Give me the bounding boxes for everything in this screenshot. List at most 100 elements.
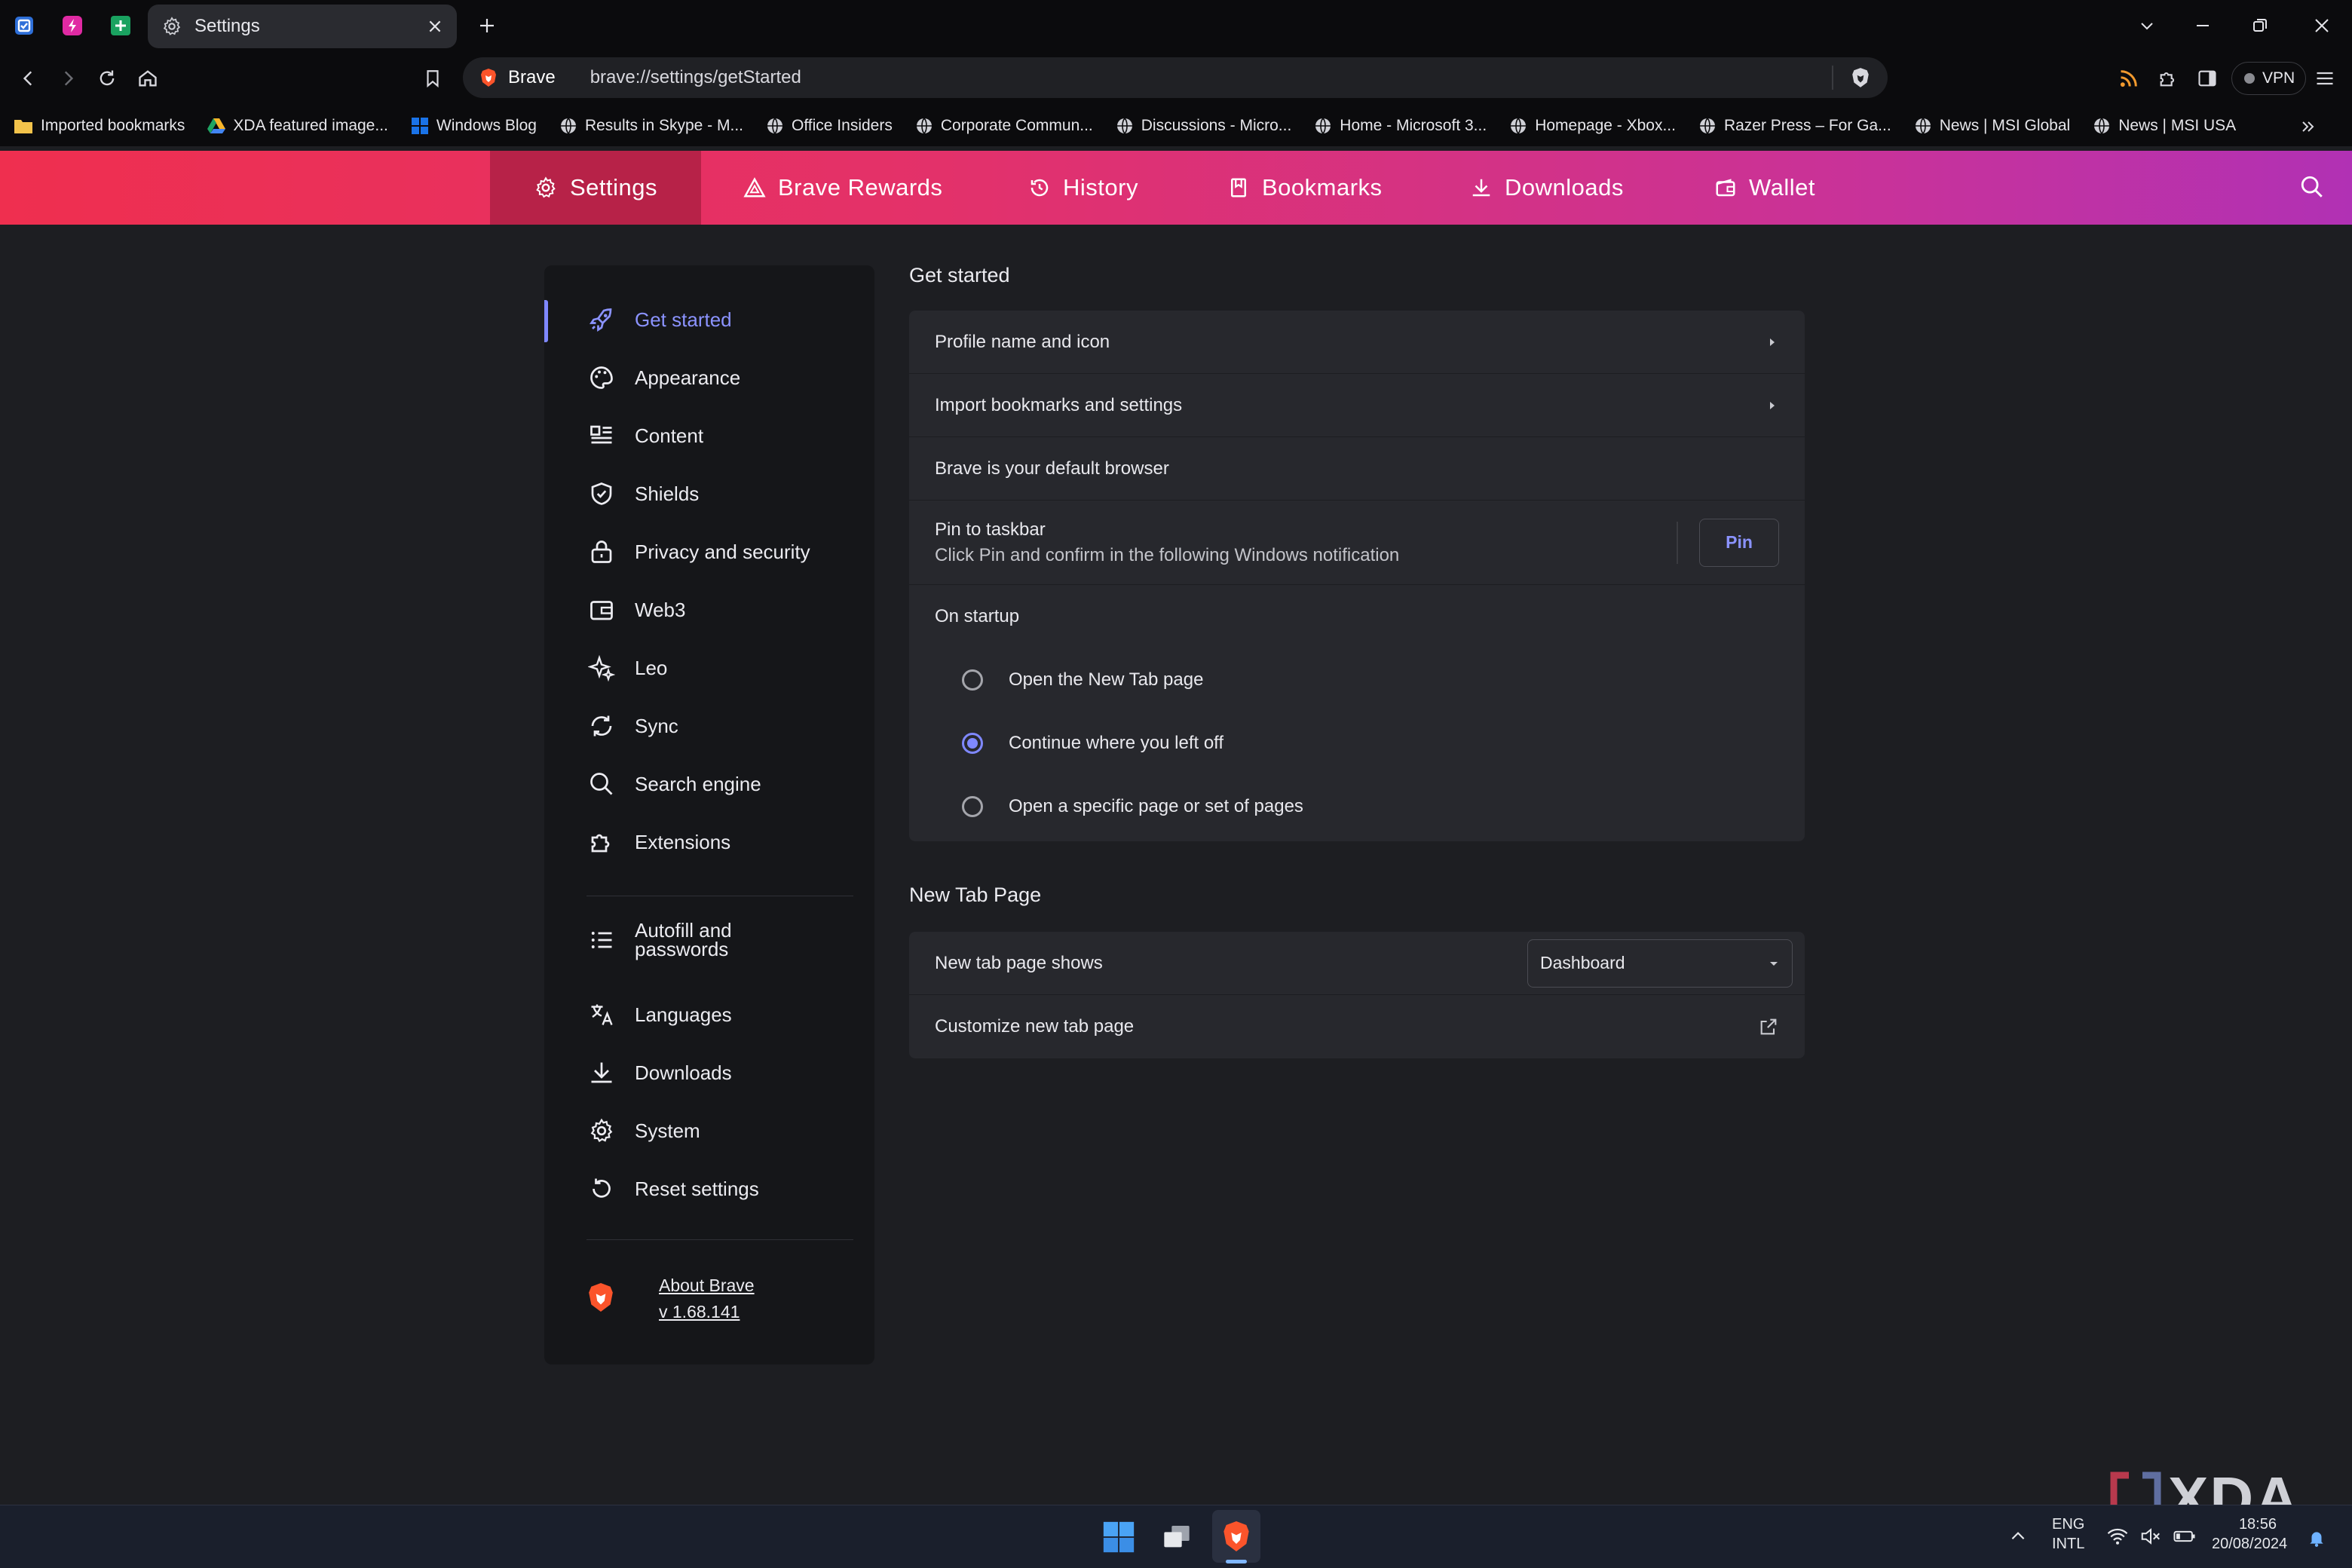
- tab-search-button[interactable]: [2133, 12, 2161, 39]
- bookmark-item[interactable]: Razer Press – For Ga...: [1698, 117, 1891, 135]
- bookmark-item[interactable]: Results in Skype - M...: [559, 117, 743, 135]
- pin-subtitle: Click Pin and confirm in the following W…: [935, 544, 1400, 565]
- radio-button-selected[interactable]: [962, 733, 983, 754]
- bookmark-item[interactable]: Home - Microsoft 3...: [1314, 117, 1487, 135]
- sidebar-item-label: Extensions: [635, 830, 731, 853]
- bookmark-item[interactable]: Office Insiders: [766, 117, 893, 135]
- menu-button[interactable]: [2311, 65, 2338, 92]
- minimize-icon: [2197, 25, 2209, 26]
- tray-overflow-button[interactable]: [2008, 1527, 2028, 1546]
- sidebar-item-languages[interactable]: Languages: [586, 1000, 732, 1030]
- bookmark-item[interactable]: Homepage - Xbox...: [1509, 117, 1676, 135]
- caret-down-icon: [1770, 961, 1778, 966]
- address-bar[interactable]: Brave brave://settings/getStarted: [463, 57, 1888, 98]
- gear-icon: [536, 176, 556, 198]
- vpn-button[interactable]: VPN: [2231, 62, 2307, 95]
- sidebar-divider: [586, 1239, 853, 1240]
- sidebar-item-extensions[interactable]: Extensions: [586, 827, 730, 857]
- volume-muted-icon: [2141, 1528, 2160, 1545]
- sidebar-item-search-engine[interactable]: Search engine: [586, 769, 761, 799]
- bookmark-page-button[interactable]: [419, 65, 446, 92]
- reload-button[interactable]: [93, 65, 121, 92]
- get-started-card: Profile name and icon Import bookmarks a…: [909, 311, 1805, 841]
- nav-downloads[interactable]: Downloads: [1470, 151, 1624, 225]
- radio-label: Open a specific page or set of pages: [1009, 796, 1303, 816]
- back-button[interactable]: [15, 65, 42, 92]
- sidebar-item-appearance[interactable]: Appearance: [586, 363, 740, 393]
- restore-button[interactable]: [2246, 12, 2274, 39]
- minimize-button[interactable]: [2189, 12, 2216, 39]
- about-brave-link[interactable]: About Brave v 1.68.141: [659, 1272, 755, 1325]
- profile-row[interactable]: Profile name and icon: [909, 311, 1805, 374]
- bookmark-item[interactable]: Discussions - Micro...: [1116, 117, 1291, 135]
- plus-icon: [480, 19, 494, 32]
- more-bookmarks-button[interactable]: [2295, 113, 2322, 140]
- language-indicator[interactable]: ENG INTL: [2052, 1514, 2084, 1554]
- system-tray-icons[interactable]: [2106, 1527, 2197, 1546]
- notifications-button[interactable]: [2307, 1528, 2326, 1548]
- radio-continue[interactable]: Continue where you left off: [909, 712, 1805, 775]
- gear-icon: [590, 1118, 613, 1143]
- sidebar-item-downloads[interactable]: Downloads: [586, 1058, 732, 1088]
- pinned-tab-sheets[interactable]: [106, 11, 136, 41]
- puzzle-icon: [591, 834, 610, 853]
- sidebar-toggle-button[interactable]: [2194, 65, 2221, 92]
- radio-button[interactable]: [962, 796, 983, 817]
- radio-specific-pages[interactable]: Open a specific page or set of pages: [909, 775, 1805, 838]
- bookmark-item[interactable]: News | MSI Global: [1914, 117, 2070, 135]
- pin-button[interactable]: Pin: [1699, 518, 1779, 567]
- bookmark-item[interactable]: Corporate Commun...: [915, 117, 1093, 135]
- clock[interactable]: 18:56 20/08/2024: [2212, 1514, 2287, 1554]
- sidebar-item-leo[interactable]: Leo: [586, 653, 667, 683]
- pinned-tab-app[interactable]: [57, 11, 87, 41]
- bookmark-folder[interactable]: Imported bookmarks: [14, 117, 185, 135]
- sidebar-item-reset[interactable]: Reset settings: [586, 1174, 759, 1204]
- sidebar-item-web3[interactable]: Web3: [586, 595, 685, 625]
- extensions-button[interactable]: [2154, 65, 2182, 92]
- default-browser-row: Brave is your default browser: [909, 437, 1805, 501]
- brave-lion-icon: [1223, 1521, 1249, 1551]
- ntp-shows-select[interactable]: Dashboard: [1527, 939, 1793, 988]
- globe-icon: [1915, 118, 1931, 134]
- caret-right-icon: [1770, 338, 1775, 346]
- bookmark-item[interactable]: XDA featured image...: [207, 117, 388, 135]
- sidebar-item-shields[interactable]: Shields: [586, 479, 699, 509]
- pinned-tab-todo[interactable]: [9, 11, 39, 41]
- bookmark-label: Office Insiders: [792, 117, 893, 134]
- sidebar-item-privacy[interactable]: Privacy and security: [586, 537, 810, 567]
- bookmark-item[interactable]: Windows Blog: [411, 117, 537, 135]
- radio-button[interactable]: [962, 669, 983, 691]
- customize-ntp-row[interactable]: Customize new tab page: [909, 995, 1805, 1058]
- nav-settings[interactable]: Settings: [490, 151, 701, 225]
- home-icon: [139, 70, 157, 87]
- vpn-label: VPN: [2262, 69, 2295, 87]
- taskbar-brave-app[interactable]: [1212, 1510, 1260, 1563]
- rss-button[interactable]: [2115, 65, 2142, 92]
- import-row[interactable]: Import bookmarks and settings: [909, 374, 1805, 437]
- sidebar-item-sync[interactable]: Sync: [586, 711, 678, 741]
- nav-wallet[interactable]: Wallet: [1714, 151, 1815, 225]
- url-text[interactable]: brave://settings/getStarted: [590, 67, 1832, 88]
- close-window-button[interactable]: [2308, 12, 2335, 39]
- vpn-status-icon: [2244, 73, 2255, 84]
- bookmark-label: Razer Press – For Ga...: [1723, 117, 1891, 134]
- bookmark-item[interactable]: News | MSI USA: [2093, 117, 2236, 135]
- forward-button[interactable]: [54, 65, 81, 92]
- sidebar-item-get-started[interactable]: Get started: [586, 305, 732, 335]
- nav-history[interactable]: History: [1028, 151, 1138, 225]
- radio-open-new-tab[interactable]: Open the New Tab page: [909, 648, 1805, 712]
- settings-search-button[interactable]: [2299, 174, 2325, 200]
- home-button[interactable]: [134, 65, 161, 92]
- sidebar-item-system[interactable]: System: [586, 1116, 700, 1146]
- brave-shields-icon[interactable]: [1850, 67, 1871, 88]
- new-tab-button[interactable]: [473, 12, 501, 39]
- start-button[interactable]: [1102, 1521, 1135, 1554]
- task-view-button[interactable]: [1161, 1522, 1193, 1552]
- sidebar-item-autofill[interactable]: Autofill and passwords: [586, 920, 755, 959]
- tab-settings-browser[interactable]: Settings: [148, 5, 457, 48]
- nav-bookmarks[interactable]: Bookmarks: [1227, 151, 1383, 225]
- close-icon[interactable]: [427, 18, 443, 35]
- nav-brave-rewards[interactable]: Brave Rewards: [743, 151, 942, 225]
- sidebar-item-content[interactable]: Content: [586, 421, 703, 451]
- caret-right-icon: [1770, 401, 1775, 409]
